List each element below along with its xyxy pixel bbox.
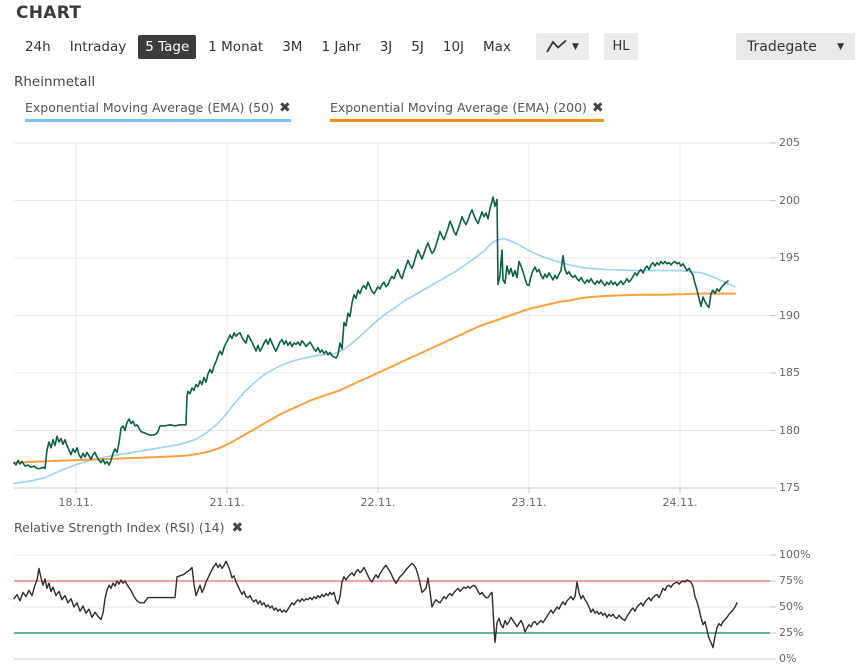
exchange-selector[interactable]: Tradegate ▼: [736, 33, 855, 60]
x-axis-label: 21.11.: [197, 496, 257, 509]
price-line: [14, 197, 728, 469]
range-tab-5-tage[interactable]: 5 Tage: [138, 35, 196, 59]
rsi-line: [14, 561, 737, 647]
exchange-selector-label: Tradegate: [747, 39, 817, 55]
y-axis-label: 0%: [779, 652, 796, 665]
range-tab-1-monat[interactable]: 1 Monat: [201, 35, 270, 59]
y-axis-label: 185: [779, 366, 800, 379]
chevron-down-icon: ▼: [837, 42, 844, 52]
y-axis-label: 190: [779, 309, 800, 322]
y-axis-label: 100%: [779, 548, 810, 561]
indicator-label: Exponential Moving Average (EMA) (50): [25, 100, 274, 115]
range-tab-24h[interactable]: 24h: [18, 35, 58, 59]
y-axis-label: 175: [779, 481, 800, 494]
y-axis-label: 195: [779, 251, 800, 264]
chart-type-button[interactable]: ▼: [536, 33, 589, 60]
range-tab-5j[interactable]: 5J: [404, 35, 431, 59]
rsi-indicator-header: Relative Strength Index (RSI) (14) ✖: [14, 520, 243, 535]
y-axis-label: 75%: [779, 574, 803, 587]
price-chart-svg[interactable]: [0, 130, 860, 520]
y-axis-label: 50%: [779, 600, 803, 613]
close-icon[interactable]: ✖: [232, 521, 244, 535]
chevron-down-icon: ▼: [572, 42, 579, 52]
rsi-chart-svg[interactable]: [0, 540, 860, 664]
indicator-chip-ema50: Exponential Moving Average (EMA) (50) ✖: [25, 100, 291, 122]
y-axis-label: 25%: [779, 626, 803, 639]
range-tab-3j[interactable]: 3J: [373, 35, 400, 59]
x-axis-label: 24.11.: [650, 496, 710, 509]
close-icon[interactable]: ✖: [279, 101, 291, 115]
y-axis-label: 200: [779, 194, 800, 207]
indicator-chip-ema200: Exponential Moving Average (EMA) (200) ✖: [330, 100, 604, 122]
hl-button[interactable]: HL: [604, 33, 638, 60]
x-axis-label: 18.11.: [46, 496, 106, 509]
range-tab-max[interactable]: Max: [476, 35, 518, 59]
ema50-line: [14, 239, 735, 484]
rsi-indicator-label: Relative Strength Index (RSI) (14): [14, 520, 225, 535]
range-tab-10j[interactable]: 10J: [436, 35, 471, 59]
x-axis-label: 22.11.: [348, 496, 408, 509]
indicator-label: Exponential Moving Average (EMA) (200): [330, 100, 587, 115]
range-tabs: 24hIntraday5 Tage1 Monat3M1 Jahr3J5J10JM…: [18, 33, 523, 60]
toolbar: 24hIntraday5 Tage1 Monat3M1 Jahr3J5J10JM…: [0, 33, 860, 60]
x-axis-label: 23.11.: [499, 496, 559, 509]
page-title: CHART: [16, 3, 81, 23]
range-tab-3m[interactable]: 3M: [275, 35, 309, 59]
instrument-name: Rheinmetall: [14, 74, 95, 90]
y-axis-label: 205: [779, 136, 800, 149]
range-tab-1-jahr[interactable]: 1 Jahr: [314, 35, 367, 59]
y-axis-label: 180: [779, 424, 800, 437]
line-chart-icon: [546, 39, 567, 54]
range-tab-intraday[interactable]: Intraday: [63, 35, 134, 59]
ema200-line: [14, 294, 735, 463]
close-icon[interactable]: ✖: [592, 101, 604, 115]
